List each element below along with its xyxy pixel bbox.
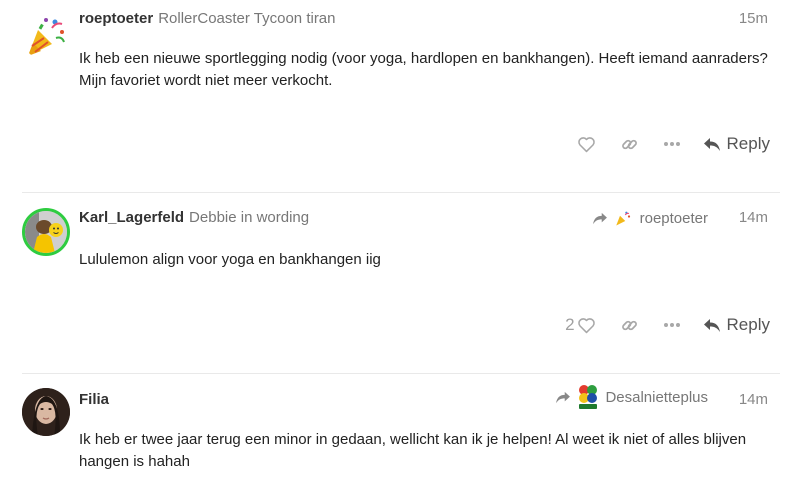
username[interactable]: Karl_Lagerfeld [79,209,184,226]
party-popper-icon [28,18,65,56]
reply-to-arrow-icon [592,212,607,224]
reply-button[interactable]: Reply [703,315,770,335]
post-time[interactable]: 14m [739,209,768,226]
reply-to-username: Desalnietteplus [605,388,708,406]
post-meta: Filia [79,391,109,408]
post-body: Ik heb een nieuwe sportlegging nodig (vo… [79,50,768,89]
post-time[interactable]: 14m [739,391,768,408]
more-options-button[interactable] [663,141,681,147]
four-leaf-clover-logo-icon [579,385,598,409]
link-icon [621,139,637,149]
user-title: Debbie in wording [189,209,310,226]
username[interactable]: roeptoeter [79,10,153,27]
user-photo-icon [22,388,70,436]
like-count: 2 [565,315,575,334]
reply-label: Reply [726,134,770,153]
post-1: roeptoeter RollerCoaster Tycoon tiran 15m… [0,0,802,192]
post-body: Ik heb er twee jaar terug een minor in g… [79,431,747,470]
post-time[interactable]: 15m [739,10,768,27]
reply-to[interactable]: roeptoeter [592,209,708,227]
avatar-roeptoeter[interactable] [22,12,70,60]
reply-button[interactable]: Reply [703,134,770,154]
username[interactable]: Filia [79,391,109,408]
link-icon [621,320,637,330]
like-button[interactable]: 2 [565,315,595,335]
post-meta: Karl_Lagerfeld Debbie in wording [79,209,309,226]
post-actions: Reply [553,131,770,157]
like-button[interactable] [577,136,596,153]
reply-to[interactable]: Desalnietteplus [555,384,708,410]
user-photo-icon [25,211,67,253]
ellipsis-icon [663,142,680,146]
post-body: Lululemon align voor yoga en bankhangen … [79,251,381,268]
post-3: Filia Desalnietteplus 14m Ik heb er twee… [0,374,802,484]
heart-icon [577,136,595,152]
heart-icon [577,317,595,333]
post-meta: roeptoeter RollerCoaster Tycoon tiran [79,10,336,27]
avatar-karl-lagerfeld[interactable] [22,208,70,256]
more-options-button[interactable] [663,322,681,328]
party-popper-icon [615,211,630,226]
reply-arrow-icon [703,318,720,332]
reply-arrow-icon [703,137,720,151]
avatar-filia[interactable] [22,388,70,436]
share-link-button[interactable] [620,135,639,154]
reply-to-username: roeptoeter [639,209,708,227]
user-title: RollerCoaster Tycoon tiran [158,10,336,27]
share-link-button[interactable] [620,316,639,335]
reply-label: Reply [726,315,770,334]
reply-to-arrow-icon [556,391,571,403]
ellipsis-icon [663,323,680,327]
post-actions: 2 Reply [541,312,770,338]
post-2: Karl_Lagerfeld Debbie in wording roeptoet… [0,193,802,373]
